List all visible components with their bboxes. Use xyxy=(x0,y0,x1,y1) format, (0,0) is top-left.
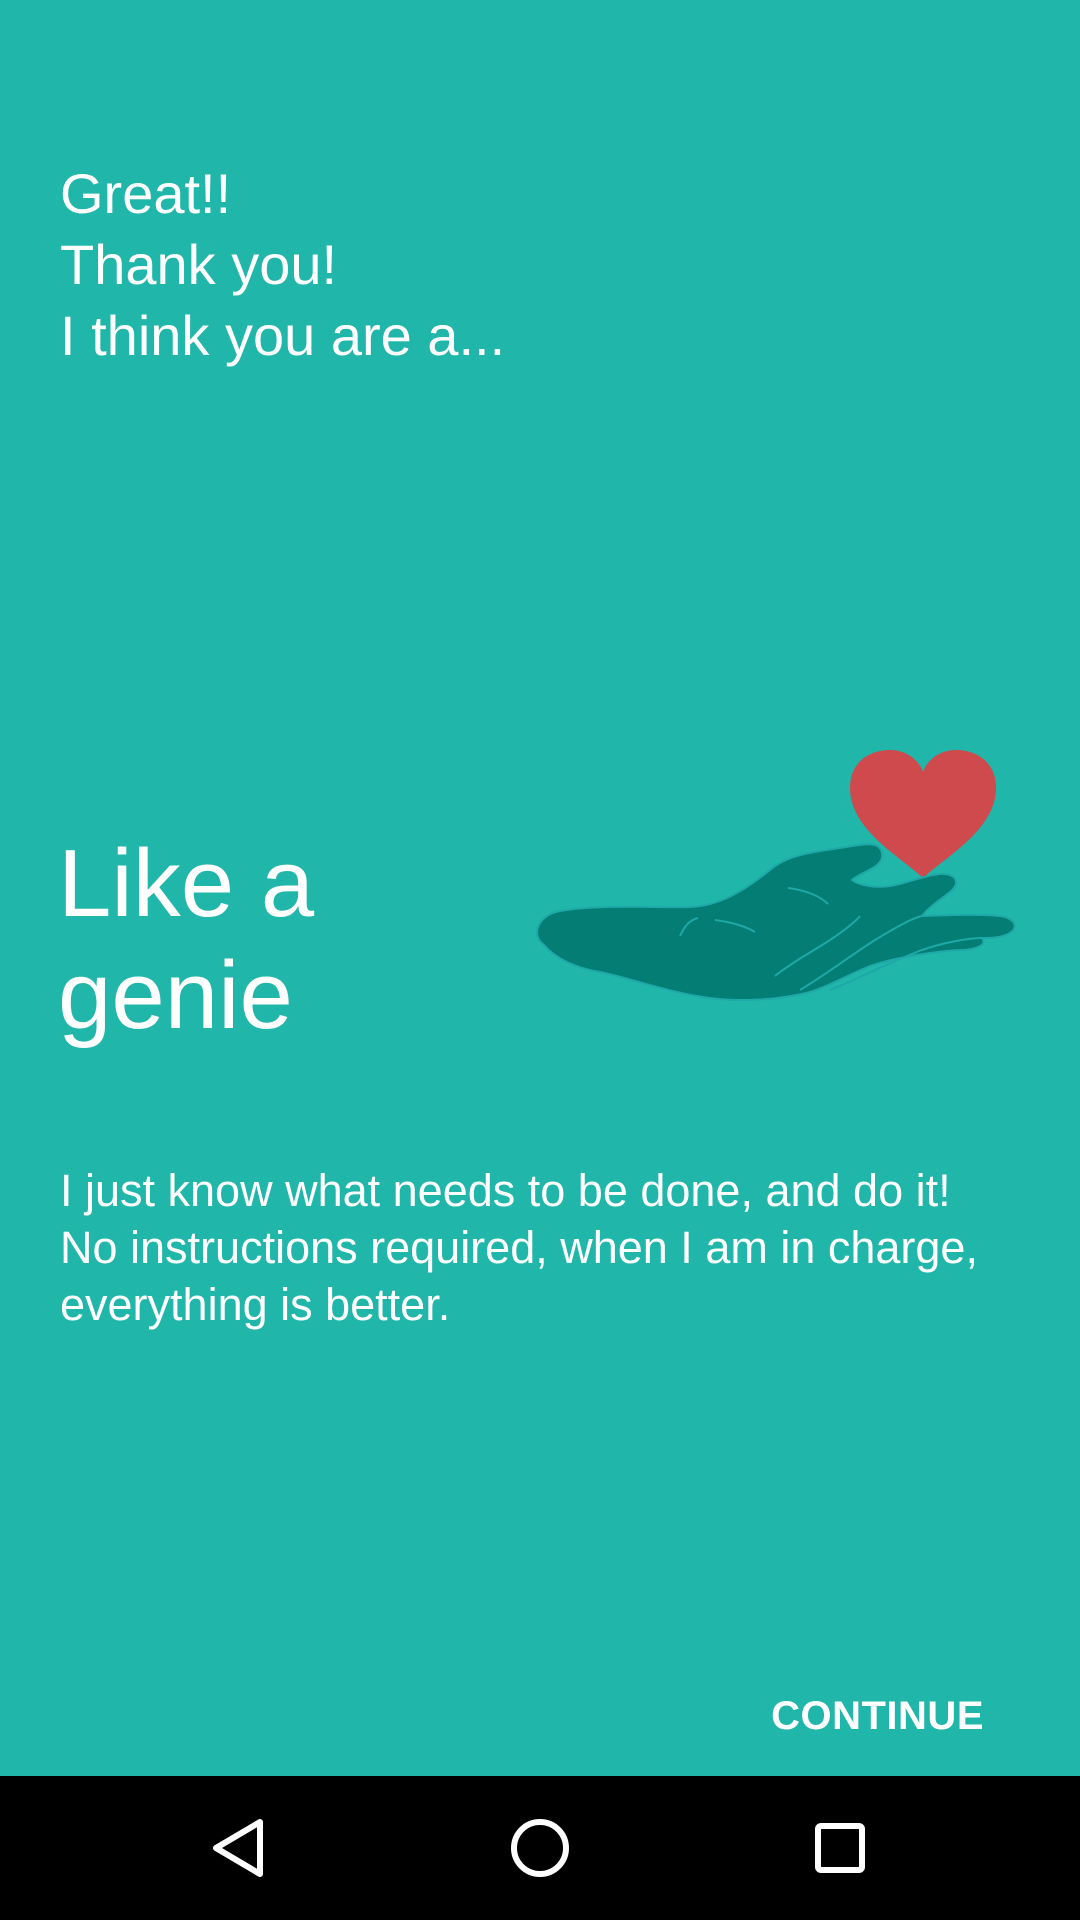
back-button[interactable] xyxy=(168,1776,312,1920)
hand-icon xyxy=(536,843,1016,1001)
intro-line-great: Great!! xyxy=(60,162,232,225)
result-title-line2: genie xyxy=(58,942,293,1049)
home-circle-icon xyxy=(511,1819,569,1877)
intro-line-thank-you: Thank you! xyxy=(60,233,338,296)
home-button[interactable] xyxy=(468,1776,612,1920)
result-description: I just know what needs to be done, and d… xyxy=(60,1165,978,1330)
intro-line-think: I think you are a... xyxy=(60,304,506,367)
hand-offering-heart-icon xyxy=(536,750,1016,1001)
genie-result-screen: Great!! Thank you! I think you are a... … xyxy=(0,0,1080,1920)
back-triangle-icon xyxy=(213,1819,263,1877)
intro-text: Great!! Thank you! I think you are a... xyxy=(60,158,505,371)
result-title-line1: Like a xyxy=(58,830,315,937)
result-title: Like a genie xyxy=(58,828,314,1052)
system-navigation-bar xyxy=(0,1776,1080,1920)
recents-button[interactable] xyxy=(768,1776,912,1920)
recents-square-icon xyxy=(815,1823,865,1873)
continue-button[interactable]: CONTINUE xyxy=(771,1690,984,1743)
